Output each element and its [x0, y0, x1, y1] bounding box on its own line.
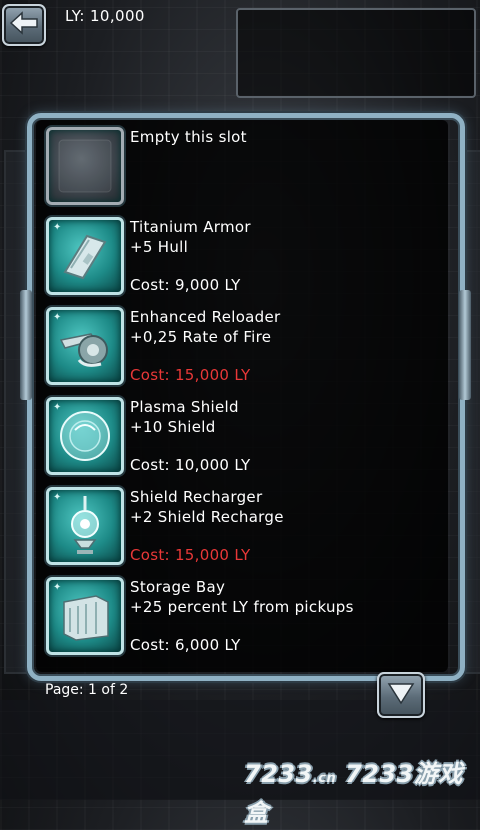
- item-name: Shield Recharger: [130, 488, 263, 506]
- watermark-text-b: .cn: [312, 771, 337, 786]
- item-row-enhanced-reloader[interactable]: ✦ Enhanced Reloader +0,25 Rate of Fire C…: [46, 307, 446, 389]
- star-icon: ✦: [53, 222, 62, 233]
- shield-recharger-icon: ✦: [46, 487, 124, 565]
- watermark-logo: 7233.cn 7233游戏盒: [244, 757, 480, 827]
- item-name: Titanium Armor: [130, 218, 251, 236]
- back-arrow-icon: [9, 11, 39, 39]
- plasma-shield-icon: ✦: [46, 397, 124, 475]
- item-stat: +5 Hull: [130, 238, 189, 256]
- item-stat: +25 percent LY from pickups: [130, 598, 354, 616]
- reloader-icon: ✦: [46, 307, 124, 385]
- item-name: Storage Bay: [130, 578, 226, 596]
- empty-slot-icon: [46, 127, 124, 205]
- ly-balance: LY: 10,000: [65, 7, 145, 25]
- item-cost: Cost: 10,000 LY: [130, 456, 251, 474]
- empty-slot-row[interactable]: Empty this slot: [46, 127, 446, 209]
- item-row-shield-recharger[interactable]: ✦ Shield Recharger +2 Shield Recharge Co…: [46, 487, 446, 569]
- item-row-plasma-shield[interactable]: ✦ Plasma Shield +10 Shield Cost: 10,000 …: [46, 397, 446, 479]
- star-icon: ✦: [53, 402, 62, 413]
- back-button[interactable]: [2, 4, 46, 46]
- top-info-panel: [236, 8, 476, 98]
- item-name: Enhanced Reloader: [130, 308, 281, 326]
- item-stat: +2 Shield Recharge: [130, 508, 284, 526]
- item-cost: Cost: 9,000 LY: [130, 276, 241, 294]
- star-icon: ✦: [53, 312, 62, 323]
- item-row-titanium-armor[interactable]: ✦ Titanium Armor +5 Hull Cost: 9,000 LY: [46, 217, 446, 299]
- item-name: Plasma Shield: [130, 398, 239, 416]
- storage-bay-icon: ✦: [46, 577, 124, 655]
- armor-plate-icon: ✦: [46, 217, 124, 295]
- frame-right-cap: [459, 290, 471, 400]
- item-cost: Cost: 6,000 LY: [130, 636, 241, 654]
- down-arrow-icon: [386, 680, 416, 710]
- empty-slot-label: Empty this slot: [130, 128, 247, 146]
- star-icon: ✦: [53, 582, 62, 593]
- star-icon: ✦: [53, 492, 62, 503]
- watermark-text-a: 7233: [244, 760, 313, 788]
- item-cost: Cost: 15,000 LY: [130, 366, 251, 384]
- frame-left-cap: [20, 290, 32, 400]
- next-page-button[interactable]: [377, 672, 425, 718]
- item-row-storage-bay[interactable]: ✦ Storage Bay +25 percent LY from pickup…: [46, 577, 446, 659]
- page-indicator: Page: 1 of 2: [45, 682, 129, 698]
- item-stat: +0,25 Rate of Fire: [130, 328, 272, 346]
- item-stat: +10 Shield: [130, 418, 216, 436]
- item-cost: Cost: 15,000 LY: [130, 546, 251, 564]
